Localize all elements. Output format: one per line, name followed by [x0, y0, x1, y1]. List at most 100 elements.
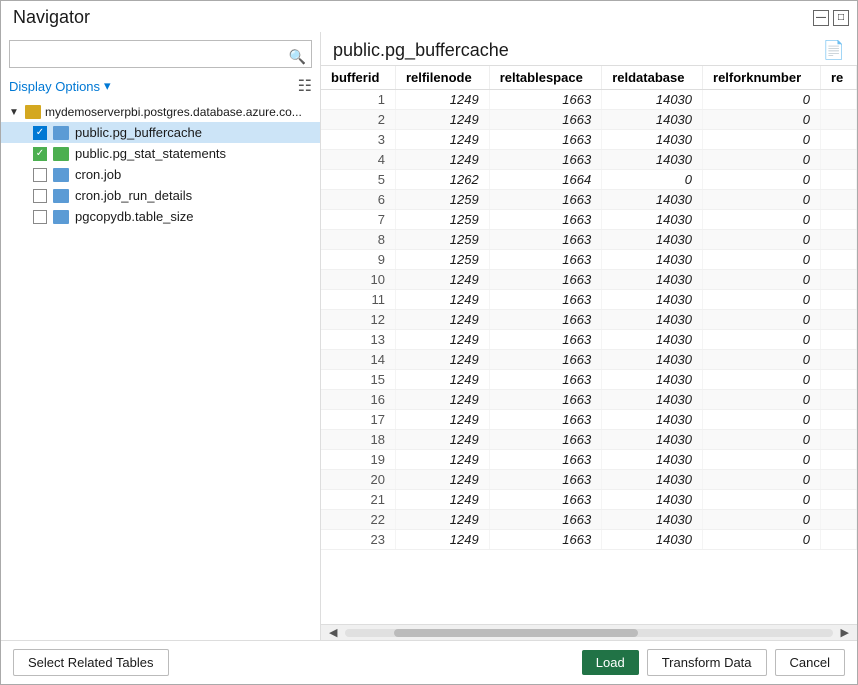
table-cell	[820, 250, 856, 270]
table-cell: 9	[321, 250, 395, 270]
table-cell: 1249	[395, 430, 489, 450]
table-cell: 14030	[602, 210, 703, 230]
table-cell: 1663	[489, 370, 602, 390]
table-cell: 1249	[395, 150, 489, 170]
table-cell	[820, 450, 856, 470]
table-cell: 12	[321, 310, 395, 330]
column-header: re	[820, 66, 856, 90]
table-icon	[53, 210, 69, 224]
checkbox-wrap[interactable]	[33, 168, 47, 182]
table-cell: 0	[703, 210, 821, 230]
scroll-left-arrow[interactable]: ◀	[325, 626, 341, 639]
minimize-button[interactable]: —	[813, 10, 829, 26]
table-label: cron.job	[75, 167, 121, 182]
table-row: 2012491663140300	[321, 470, 857, 490]
table-cell: 1663	[489, 270, 602, 290]
table-cell: 1663	[489, 510, 602, 530]
scroll-right-arrow[interactable]: ▶	[837, 626, 853, 639]
title-bar: Navigator — □	[1, 1, 857, 32]
table-cell	[820, 350, 856, 370]
table-row: 2212491663140300	[321, 510, 857, 530]
table-row: 51262166400	[321, 170, 857, 190]
table-cell: 0	[703, 190, 821, 210]
table-cell	[820, 150, 856, 170]
table-cell: 1249	[395, 270, 489, 290]
table-cell	[820, 170, 856, 190]
preview-export-icon[interactable]: 📄	[823, 40, 845, 61]
table-cell: 0	[703, 430, 821, 450]
table-cell: 1663	[489, 390, 602, 410]
transform-data-button[interactable]: Transform Data	[647, 649, 767, 676]
table-cell	[820, 390, 856, 410]
table-cell	[820, 490, 856, 510]
table-row: 1912491663140300	[321, 450, 857, 470]
table-cell: 14030	[602, 370, 703, 390]
cancel-button[interactable]: Cancel	[775, 649, 845, 676]
table-cell: 0	[703, 170, 821, 190]
table-row: 212491663140300	[321, 110, 857, 130]
table-cell: 1249	[395, 450, 489, 470]
table-cell: 1249	[395, 310, 489, 330]
table-cell: 1249	[395, 330, 489, 350]
display-options-button[interactable]: Display Options ▾	[9, 76, 111, 96]
table-row: 1212491663140300	[321, 310, 857, 330]
tree-tables: ✓public.pg_buffercache✓public.pg_stat_st…	[1, 122, 320, 227]
select-related-tables-button[interactable]: Select Related Tables	[13, 649, 169, 676]
table-row: 2112491663140300	[321, 490, 857, 510]
table-cell	[820, 210, 856, 230]
table-row: 812591663140300	[321, 230, 857, 250]
bottom-right: Load Transform Data Cancel	[582, 649, 845, 676]
tree-table-node[interactable]: ✓public.pg_buffercache	[1, 122, 320, 143]
table-cell	[820, 410, 856, 430]
scrollbar-thumb[interactable]	[394, 629, 638, 637]
tree-table-node[interactable]: pgcopydb.table_size	[1, 206, 320, 227]
preview-header: public.pg_buffercache 📄	[321, 32, 857, 65]
table-cell: 0	[703, 250, 821, 270]
checkbox-wrap[interactable]: ✓	[33, 126, 47, 140]
table-cell: 1663	[489, 90, 602, 110]
table-cell: 0	[703, 230, 821, 250]
table-cell: 10	[321, 270, 395, 290]
tree-table-node[interactable]: ✓public.pg_stat_statements	[1, 143, 320, 164]
table-cell: 14030	[602, 250, 703, 270]
scrollbar-track[interactable]	[345, 629, 832, 637]
table-cell: 14030	[602, 430, 703, 450]
checkbox-wrap[interactable]: ✓	[33, 147, 47, 161]
table-cell: 17	[321, 410, 395, 430]
table-row: 412491663140300	[321, 150, 857, 170]
checkbox-wrap[interactable]	[33, 210, 47, 224]
table-label: pgcopydb.table_size	[75, 209, 194, 224]
data-table-wrap[interactable]: bufferidrelfilenodereltablespacereldatab…	[321, 65, 857, 624]
table-cell: 3	[321, 130, 395, 150]
list-view-icon: ☷	[298, 76, 312, 96]
checkbox-wrap[interactable]	[33, 189, 47, 203]
table-row: 1712491663140300	[321, 410, 857, 430]
data-table: bufferidrelfilenodereltablespacereldatab…	[321, 66, 857, 550]
table-row: 1612491663140300	[321, 390, 857, 410]
table-cell: 0	[703, 350, 821, 370]
search-input[interactable]	[9, 40, 312, 68]
table-cell: 0	[703, 90, 821, 110]
window-controls: — □	[813, 10, 849, 26]
table-cell: 14030	[602, 330, 703, 350]
tree-table-node[interactable]: cron.job	[1, 164, 320, 185]
table-cell: 21	[321, 490, 395, 510]
table-cell: 1663	[489, 330, 602, 350]
restore-button[interactable]: □	[833, 10, 849, 26]
navigator-window: Navigator — □ 🔍 Display Options ▾ ☷	[0, 0, 858, 685]
table-cell: 23	[321, 530, 395, 550]
table-cell	[820, 430, 856, 450]
server-node[interactable]: ▼ mydemoserverpbi.postgres.database.azur…	[1, 102, 320, 122]
table-cell: 14030	[602, 510, 703, 530]
table-cell: 14030	[602, 310, 703, 330]
tree-table-node[interactable]: cron.job_run_details	[1, 185, 320, 206]
horizontal-scrollbar[interactable]: ◀ ▶	[321, 624, 857, 640]
table-cell	[820, 470, 856, 490]
window-title: Navigator	[13, 7, 90, 28]
table-icon	[53, 168, 69, 182]
table-cell: 16	[321, 390, 395, 410]
table-row: 1512491663140300	[321, 370, 857, 390]
column-header: relforknumber	[703, 66, 821, 90]
load-button[interactable]: Load	[582, 650, 639, 675]
table-cell: 14030	[602, 150, 703, 170]
